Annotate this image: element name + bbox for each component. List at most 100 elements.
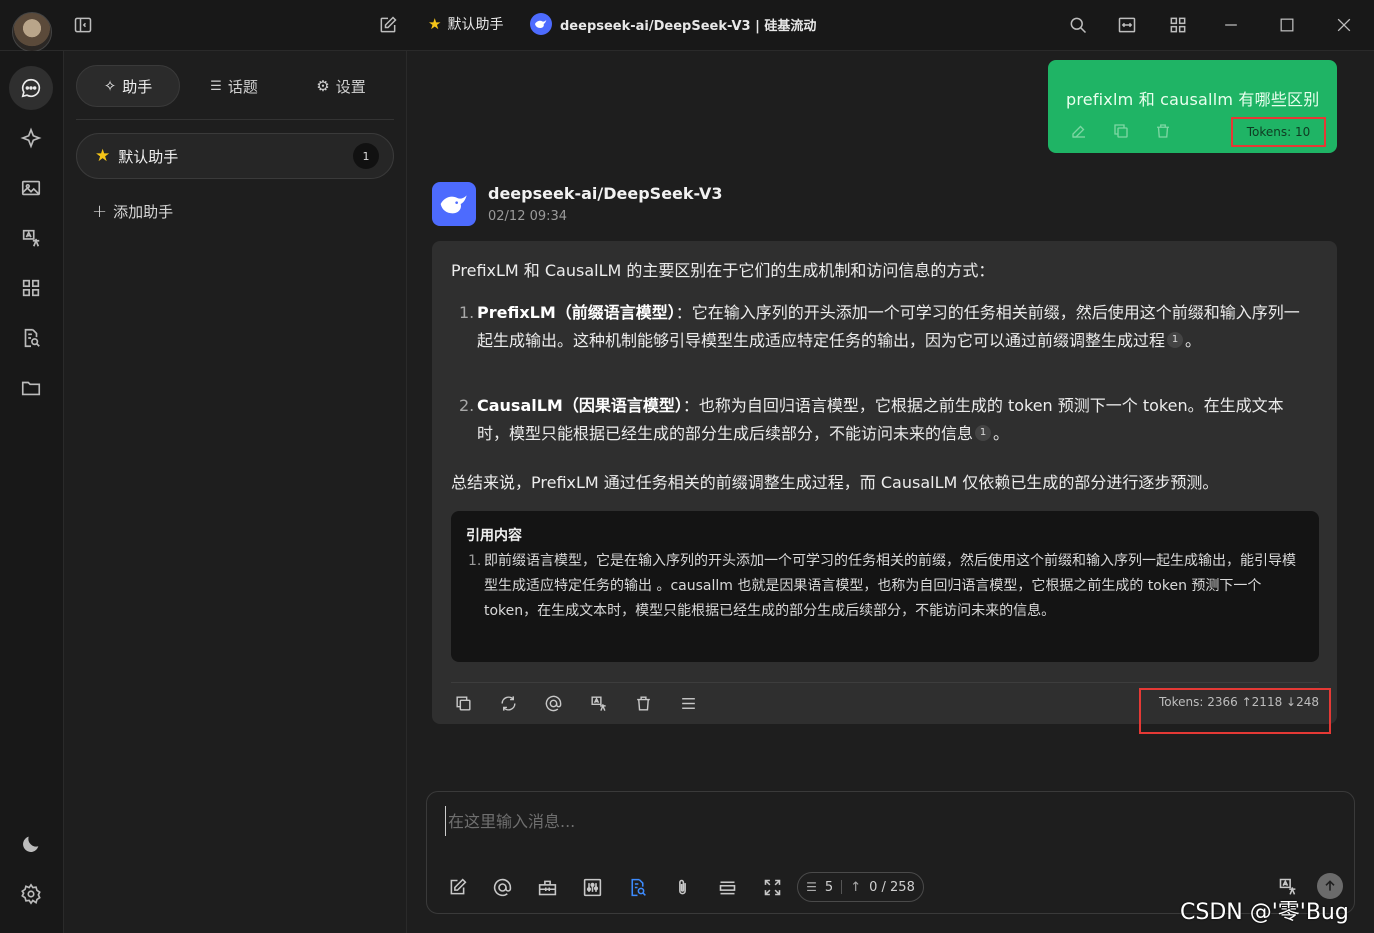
moon-icon: [23, 836, 39, 852]
new-topic-icon[interactable]: [446, 876, 468, 898]
list-icon: ☰: [806, 880, 817, 894]
list-item-title: PrefixLM（前缀语言模型）: [477, 303, 676, 322]
arrow-up-icon: [1325, 880, 1335, 891]
sidebar-toggle-icon[interactable]: [71, 13, 95, 37]
sidebar-item-default-assistant[interactable]: ★ 默认助手 1: [76, 133, 394, 179]
rail-settings-button[interactable]: [9, 872, 53, 916]
new-chat-icon[interactable]: [376, 13, 400, 37]
list-item-end: 。: [993, 424, 1010, 443]
user-token-count: Tokens: 10: [1231, 117, 1326, 147]
message-input[interactable]: [445, 806, 1325, 836]
sliders-icon[interactable]: [581, 876, 603, 898]
bot-message-time: 02/12 09:34: [488, 209, 568, 224]
arrow-up-icon: ↑: [850, 879, 862, 895]
toolbox-icon[interactable]: [536, 876, 558, 898]
sidebar-tabs: ✧ 助手 ☰ 话题 ⚙ 设置: [76, 65, 394, 107]
star-icon: ★: [95, 146, 111, 166]
gear-icon: ⚙: [316, 77, 330, 95]
bot-message-actions: [453, 693, 698, 713]
apps-grid-icon: [22, 279, 40, 297]
model-selector[interactable]: deepseek-ai/DeepSeek-V3 | 硅基流动: [530, 13, 816, 35]
image-icon: [21, 180, 41, 196]
regenerate-icon[interactable]: [498, 693, 518, 713]
bot-message-divider: [451, 682, 1319, 683]
citation-badge[interactable]: 1: [975, 425, 992, 441]
list-item-end: 。: [1185, 331, 1202, 350]
trash-icon[interactable]: [1154, 122, 1172, 144]
bot-token-highlight: Tokens: 2366 ↑2118 ↓248: [1139, 688, 1331, 734]
rail-theme-button[interactable]: [9, 822, 53, 866]
folder-icon: [21, 381, 41, 396]
knowledge-search-icon[interactable]: [626, 876, 648, 898]
left-rail: [0, 51, 64, 933]
deepseek-logo-icon: [432, 182, 476, 226]
context-count: 5: [824, 879, 834, 895]
citation-badge[interactable]: 1: [1167, 332, 1184, 348]
sparkle-icon: ✧: [103, 77, 117, 95]
user-avatar[interactable]: [12, 12, 52, 52]
bot-model-name: deepseek-ai/DeepSeek-V3: [488, 184, 723, 203]
search-icon[interactable]: [1066, 13, 1090, 37]
maximize-icon[interactable]: [1275, 13, 1299, 37]
pill-divider: [841, 880, 843, 894]
bot-summary-text: 总结来说，PrefixLM 通过任务相关的前缀调整生成过程，而 CausalLM…: [451, 473, 1219, 492]
clear-context-icon[interactable]: [716, 876, 738, 898]
add-assistant-button[interactable]: + 添加助手: [92, 201, 173, 222]
sparkle-icon: [20, 127, 42, 149]
apps-grid-icon[interactable]: [1166, 13, 1190, 37]
bot-message-header: deepseek-ai/DeepSeek-V3 02/12 09:34: [432, 182, 723, 226]
tab-topics-label: 话题: [227, 77, 258, 96]
bot-message: PrefixLM 和 CausalLM 的主要区别在于它们的生成机制和访问信息的…: [432, 241, 1337, 734]
watermark: CSDN @'零'Bug: [1180, 900, 1349, 925]
user-message-text: prefixlm 和 causallm 有哪些区别: [1066, 90, 1320, 109]
list-icon: ☰: [210, 78, 222, 94]
reference-text: 即前缀语言模型，它是在输入序列的开头添加一个可学习的任务相关的前缀，然后使用这个…: [484, 553, 1296, 619]
rail-chat-button[interactable]: [9, 66, 53, 110]
fullscreen-icon[interactable]: [761, 876, 783, 898]
reference-block: 引用内容 1. 即前缀语言模型，它是在输入序列的开头添加一个可学习的任务相关的前…: [451, 511, 1319, 662]
title-bar: ★ 默认助手 deepseek-ai/DeepSeek-V3 | 硅基流动: [0, 0, 1374, 52]
rail-paint-button[interactable]: [9, 166, 53, 210]
list-item-number: 2.: [459, 396, 475, 415]
tab-assistants-label: 助手: [122, 77, 153, 96]
list-item: 2. CausalLM（因果语言模型）：也称为自回归语言模型，它根据之前生成的 …: [459, 392, 1314, 448]
chat-area: prefixlm 和 causallm 有哪些区别 Tokens: 10 dee…: [407, 51, 1374, 933]
mention-icon[interactable]: [491, 876, 513, 898]
reference-title: 引用内容: [466, 528, 522, 544]
reference-number: 1.: [468, 553, 482, 569]
gear-icon: [21, 883, 41, 905]
token-count: 0 / 258: [869, 879, 915, 895]
edit-icon[interactable]: [1070, 122, 1088, 144]
model-label: deepseek-ai/DeepSeek-V3 | 硅基流动: [560, 18, 817, 34]
rail-knowledge-button[interactable]: [9, 316, 53, 360]
tab-settings[interactable]: ⚙ 设置: [288, 65, 394, 107]
mention-icon[interactable]: [543, 693, 563, 713]
plus-icon: +: [92, 201, 108, 222]
rail-translate-button[interactable]: [9, 216, 53, 260]
rail-apps-button[interactable]: [9, 266, 53, 310]
current-assistant[interactable]: ★ 默认助手: [428, 14, 503, 34]
tab-assistants[interactable]: ✧ 助手: [76, 65, 180, 107]
expand-width-icon[interactable]: [1115, 13, 1139, 37]
document-search-icon: [24, 328, 40, 348]
paperclip-icon[interactable]: [671, 876, 693, 898]
translate-icon[interactable]: [588, 693, 608, 713]
copy-icon[interactable]: [453, 693, 473, 713]
add-assistant-label: 添加助手: [113, 203, 174, 221]
rail-files-button[interactable]: [9, 366, 53, 410]
list-item-number: 1.: [459, 303, 475, 322]
rail-agents-button[interactable]: [9, 116, 53, 160]
input-toolbar: [446, 876, 783, 898]
copy-icon[interactable]: [1112, 122, 1130, 144]
bot-intro-text: PrefixLM 和 CausalLM 的主要区别在于它们的生成机制和访问信息的…: [451, 261, 995, 280]
user-message-actions: [1070, 122, 1172, 144]
menu-icon[interactable]: [678, 693, 698, 713]
list-item: 1. PrefixLM（前缀语言模型）：它在输入序列的开头添加一个可学习的任务相…: [459, 299, 1314, 355]
translate-icon: [22, 229, 40, 247]
minimize-icon[interactable]: [1219, 13, 1243, 37]
bot-token-count: Tokens: 2366 ↑2118 ↓248: [1159, 695, 1319, 709]
tab-topics[interactable]: ☰ 话题: [180, 65, 288, 107]
close-icon[interactable]: [1332, 13, 1356, 37]
trash-icon[interactable]: [633, 693, 653, 713]
context-token-pill[interactable]: ☰ 5 ↑ 0 / 258: [797, 872, 924, 902]
